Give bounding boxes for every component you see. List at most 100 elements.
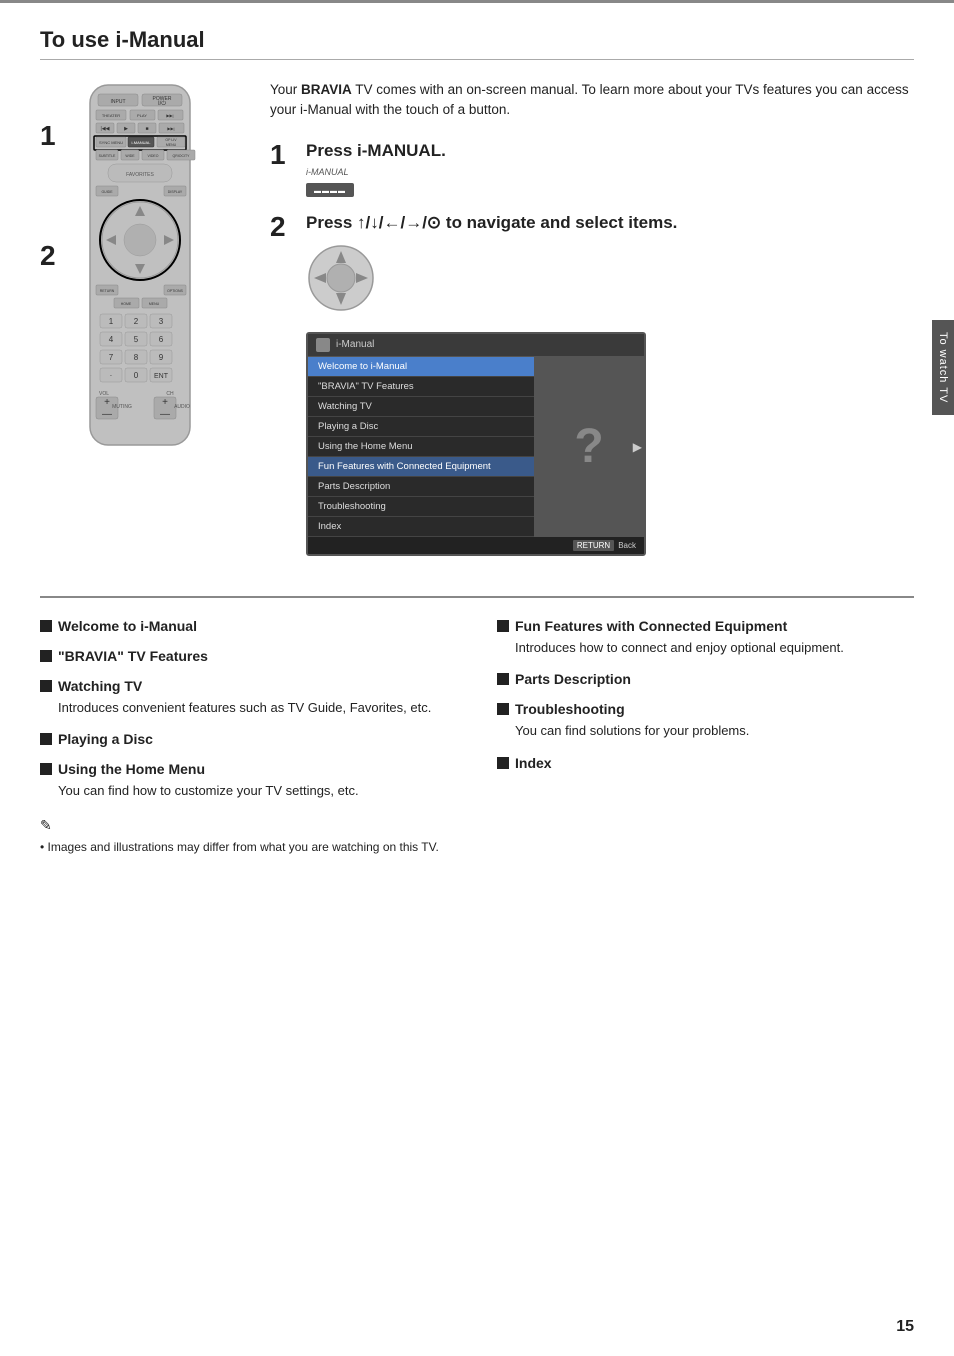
svg-text:+: + xyxy=(162,397,168,408)
step2-content: Press ↑/↓/←/→/⊙ to navigate and select i… xyxy=(306,213,914,556)
svg-text:4: 4 xyxy=(109,335,114,344)
nav-arrows-visual xyxy=(306,243,914,316)
svg-text:GUIDE: GUIDE xyxy=(101,190,113,194)
svg-text:OPTIONS: OPTIONS xyxy=(167,289,183,293)
note-section: ✎ • Images and illustrations may differ … xyxy=(40,817,457,856)
svg-text:0: 0 xyxy=(134,371,139,380)
imanual-label: i-MANUAL xyxy=(306,167,914,177)
svg-text:9: 9 xyxy=(159,353,164,362)
feature-fun: Fun Features with Connected Equipment In… xyxy=(497,618,914,658)
menu-item-troubleshooting[interactable]: Troubleshooting xyxy=(308,497,534,517)
screen-footer: RETURN Back xyxy=(308,537,644,554)
svg-text:FAVORITES: FAVORITES xyxy=(126,172,154,178)
feature-bravia: "BRAVIA" TV Features xyxy=(40,648,457,664)
svg-text:■: ■ xyxy=(145,126,148,132)
feature-home-menu-title: Using the Home Menu xyxy=(40,761,457,777)
feature-index-title: Index xyxy=(497,755,914,771)
feature-bravia-title: "BRAVIA" TV Features xyxy=(40,648,457,664)
bullet-icon xyxy=(497,673,509,685)
step1-number: 1 xyxy=(270,141,294,169)
menu-item-disc[interactable]: Playing a Disc xyxy=(308,417,534,437)
svg-text:ENT: ENT xyxy=(154,373,169,380)
feature-fun-desc: Introduces how to connect and enjoy opti… xyxy=(515,638,914,658)
screen-menu: Welcome to i-Manual "BRAVIA" TV Features… xyxy=(308,357,534,537)
top-section: 1 2 INPUT POWER I/⏻ xyxy=(40,80,914,572)
intro-text: Your BRAVIA TV comes with an on-screen m… xyxy=(270,80,914,121)
menu-item-bravia[interactable]: "BRAVIA" TV Features xyxy=(308,377,534,397)
step2-number: 2 xyxy=(270,213,294,241)
feature-home-menu-desc: You can find how to customize your TV se… xyxy=(58,781,457,801)
page-number: 15 xyxy=(896,1318,914,1336)
svg-text:7: 7 xyxy=(109,353,114,362)
feature-troubleshooting-title: Troubleshooting xyxy=(497,701,914,717)
note-icon: ✎ xyxy=(40,817,457,834)
step-label-1: 1 xyxy=(40,120,56,152)
svg-text:3: 3 xyxy=(159,317,164,326)
step-label-2: 2 xyxy=(40,240,56,272)
screen-header: i-Manual xyxy=(308,334,644,357)
bullet-icon xyxy=(40,650,52,662)
menu-item-welcome[interactable]: Welcome to i-Manual xyxy=(308,357,534,377)
feature-watching-desc: Introduces convenient features such as T… xyxy=(58,698,457,718)
svg-text:INPUT: INPUT xyxy=(111,99,126,105)
nav-arrows-svg xyxy=(306,243,376,313)
svg-text:SYNC MENU: SYNC MENU xyxy=(99,140,123,145)
remote-svg: INPUT POWER I/⏻ THEATER PLAY xyxy=(70,80,210,463)
screen-body: Welcome to i-Manual "BRAVIA" TV Features… xyxy=(308,357,644,537)
menu-item-index[interactable]: Index xyxy=(308,517,534,537)
feature-disc: Playing a Disc xyxy=(40,731,457,747)
svg-text:DISPLAY: DISPLAY xyxy=(168,190,183,194)
main-content: To use i-Manual 1 2 INPUT xyxy=(0,3,954,876)
bullet-icon xyxy=(497,703,509,715)
menu-item-home-menu[interactable]: Using the Home Menu xyxy=(308,437,534,457)
svg-text:+: + xyxy=(104,397,110,408)
feature-index: Index xyxy=(497,755,914,771)
svg-text:—: — xyxy=(102,409,112,420)
side-tab: To watch TV xyxy=(932,320,954,415)
svg-text:i-MANUAL: i-MANUAL xyxy=(132,140,152,145)
return-button[interactable]: RETURN xyxy=(573,540,614,551)
bullet-icon xyxy=(40,763,52,775)
feature-fun-title: Fun Features with Connected Equipment xyxy=(497,618,914,634)
svg-text:6: 6 xyxy=(159,335,164,344)
bottom-left: Welcome to i-Manual "BRAVIA" TV Features… xyxy=(40,618,457,856)
screen-right-panel: ? ▶ xyxy=(534,357,644,537)
imanual-button[interactable]: ▬▬▬▬ xyxy=(306,183,354,197)
menu-item-fun-features[interactable]: Fun Features with Connected Equipment xyxy=(308,457,534,477)
bottom-right: Fun Features with Connected Equipment In… xyxy=(497,618,914,856)
bullet-icon xyxy=(40,620,52,632)
svg-text:—: — xyxy=(160,409,170,420)
menu-item-parts[interactable]: Parts Description xyxy=(308,477,534,497)
svg-text:RETURN: RETURN xyxy=(100,289,115,293)
step1-content: Press i-MANUAL. i-MANUAL ▬▬▬▬ xyxy=(306,141,914,197)
svg-text:MENU: MENU xyxy=(166,143,177,147)
screen-header-text: i-Manual xyxy=(336,339,374,350)
svg-text:▶: ▶ xyxy=(124,126,128,132)
svg-text:MUTING: MUTING xyxy=(112,404,132,410)
bullet-icon xyxy=(497,620,509,632)
svg-text:·: · xyxy=(110,371,113,380)
step2-block: 2 Press ↑/↓/←/→/⊙ to navigate and select… xyxy=(270,213,914,556)
svg-text:2: 2 xyxy=(134,317,139,326)
svg-text:8: 8 xyxy=(134,353,139,362)
feature-watching-title: Watching TV xyxy=(40,678,457,694)
step2-title: Press ↑/↓/←/→/⊙ to navigate and select i… xyxy=(306,213,914,233)
step1-block: 1 Press i-MANUAL. i-MANUAL ▬▬▬▬ xyxy=(270,141,914,197)
page-container: To use i-Manual 1 2 INPUT xyxy=(0,0,954,1356)
svg-text:I/⏻: I/⏻ xyxy=(158,100,166,107)
svg-text:OP LIV: OP LIV xyxy=(165,138,177,142)
svg-text:PLAY: PLAY xyxy=(137,113,147,118)
brand-name: BRAVIA xyxy=(301,82,352,97)
bullet-icon xyxy=(40,733,52,745)
svg-text:VIDEO: VIDEO xyxy=(148,154,159,158)
remote-control-svg: INPUT POWER I/⏻ THEATER PLAY xyxy=(70,80,210,460)
feature-disc-title: Playing a Disc xyxy=(40,731,457,747)
screen-icon xyxy=(316,338,330,352)
svg-text:SUBTITLE: SUBTITLE xyxy=(99,154,116,158)
svg-text:1: 1 xyxy=(109,317,114,326)
svg-text:THEATER: THEATER xyxy=(102,113,120,118)
note-text: • Images and illustrations may differ fr… xyxy=(40,838,457,856)
svg-text:MENU: MENU xyxy=(149,302,160,306)
menu-item-watching[interactable]: Watching TV xyxy=(308,397,534,417)
svg-text:▶▶|: ▶▶| xyxy=(167,126,174,131)
